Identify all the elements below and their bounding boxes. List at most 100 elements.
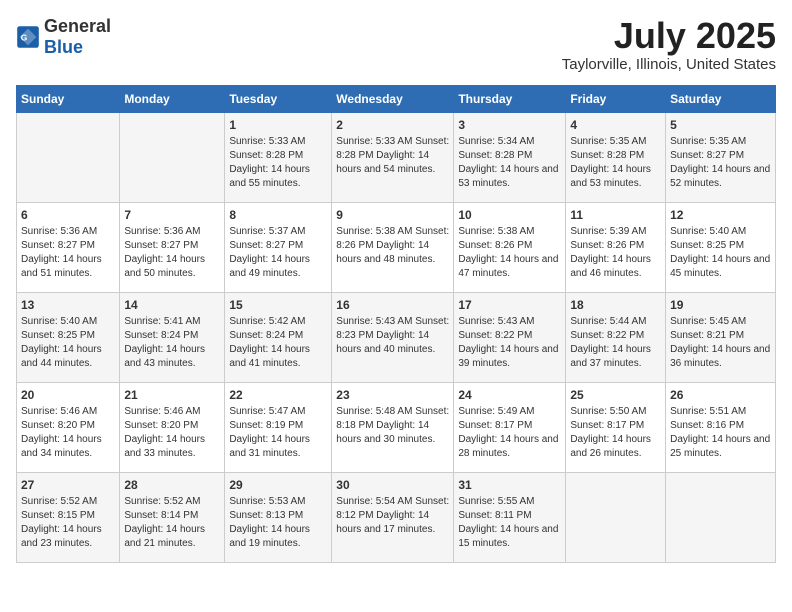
day-number: 11 — [570, 207, 661, 224]
day-number: 28 — [124, 477, 220, 494]
calendar-cell: 26Sunrise: 5:51 AM Sunset: 8:16 PM Dayli… — [666, 382, 776, 472]
day-number: 1 — [229, 117, 327, 134]
calendar-cell: 4Sunrise: 5:35 AM Sunset: 8:28 PM Daylig… — [566, 112, 666, 202]
cell-content: Sunrise: 5:52 AM Sunset: 8:15 PM Dayligh… — [21, 495, 115, 551]
day-number: 8 — [229, 207, 327, 224]
title-area: July 2025 Taylorville, Illinois, United … — [562, 16, 776, 73]
cell-content: Sunrise: 5:41 AM Sunset: 8:24 PM Dayligh… — [124, 315, 220, 371]
calendar-table: SundayMondayTuesdayWednesdayThursdayFrid… — [16, 85, 776, 563]
day-number: 7 — [124, 207, 220, 224]
calendar-cell: 21Sunrise: 5:46 AM Sunset: 8:20 PM Dayli… — [120, 382, 225, 472]
day-number: 27 — [21, 477, 115, 494]
cell-content: Sunrise: 5:34 AM Sunset: 8:28 PM Dayligh… — [458, 135, 561, 191]
day-number: 29 — [229, 477, 327, 494]
cell-content: Sunrise: 5:42 AM Sunset: 8:24 PM Dayligh… — [229, 315, 327, 371]
header-tuesday: Tuesday — [225, 85, 332, 112]
day-number: 14 — [124, 297, 220, 314]
day-number: 30 — [336, 477, 449, 494]
calendar-cell: 27Sunrise: 5:52 AM Sunset: 8:15 PM Dayli… — [17, 472, 120, 562]
cell-content: Sunrise: 5:52 AM Sunset: 8:14 PM Dayligh… — [124, 495, 220, 551]
day-number: 25 — [570, 387, 661, 404]
calendar-cell: 19Sunrise: 5:45 AM Sunset: 8:21 PM Dayli… — [666, 292, 776, 382]
cell-content: Sunrise: 5:55 AM Sunset: 8:11 PM Dayligh… — [458, 495, 561, 551]
day-number: 15 — [229, 297, 327, 314]
calendar-header-row: SundayMondayTuesdayWednesdayThursdayFrid… — [17, 85, 776, 112]
day-number: 31 — [458, 477, 561, 494]
day-number: 10 — [458, 207, 561, 224]
cell-content: Sunrise: 5:50 AM Sunset: 8:17 PM Dayligh… — [570, 405, 661, 461]
calendar-week-5: 27Sunrise: 5:52 AM Sunset: 8:15 PM Dayli… — [17, 472, 776, 562]
header-monday: Monday — [120, 85, 225, 112]
logo-icon: G — [16, 25, 40, 49]
logo: G General Blue — [16, 16, 111, 58]
header-friday: Friday — [566, 85, 666, 112]
calendar-cell: 25Sunrise: 5:50 AM Sunset: 8:17 PM Dayli… — [566, 382, 666, 472]
cell-content: Sunrise: 5:36 AM Sunset: 8:27 PM Dayligh… — [21, 225, 115, 281]
header-saturday: Saturday — [666, 85, 776, 112]
cell-content: Sunrise: 5:35 AM Sunset: 8:28 PM Dayligh… — [570, 135, 661, 191]
day-number: 6 — [21, 207, 115, 224]
header-wednesday: Wednesday — [332, 85, 454, 112]
calendar-cell: 29Sunrise: 5:53 AM Sunset: 8:13 PM Dayli… — [225, 472, 332, 562]
day-number: 23 — [336, 387, 449, 404]
day-number: 22 — [229, 387, 327, 404]
day-number: 3 — [458, 117, 561, 134]
cell-content: Sunrise: 5:44 AM Sunset: 8:22 PM Dayligh… — [570, 315, 661, 371]
calendar-week-1: 1Sunrise: 5:33 AM Sunset: 8:28 PM Daylig… — [17, 112, 776, 202]
calendar-cell: 28Sunrise: 5:52 AM Sunset: 8:14 PM Dayli… — [120, 472, 225, 562]
cell-content: Sunrise: 5:45 AM Sunset: 8:21 PM Dayligh… — [670, 315, 771, 371]
calendar-cell: 13Sunrise: 5:40 AM Sunset: 8:25 PM Dayli… — [17, 292, 120, 382]
day-number: 20 — [21, 387, 115, 404]
calendar-cell: 14Sunrise: 5:41 AM Sunset: 8:24 PM Dayli… — [120, 292, 225, 382]
calendar-cell: 16Sunrise: 5:43 AM Sunset: 8:23 PM Dayli… — [332, 292, 454, 382]
cell-content: Sunrise: 5:39 AM Sunset: 8:26 PM Dayligh… — [570, 225, 661, 281]
calendar-cell: 23Sunrise: 5:48 AM Sunset: 8:18 PM Dayli… — [332, 382, 454, 472]
day-number: 13 — [21, 297, 115, 314]
logo-general-text: General — [44, 16, 111, 36]
header-thursday: Thursday — [454, 85, 566, 112]
svg-text:G: G — [21, 33, 28, 43]
calendar-cell: 18Sunrise: 5:44 AM Sunset: 8:22 PM Dayli… — [566, 292, 666, 382]
calendar-cell: 5Sunrise: 5:35 AM Sunset: 8:27 PM Daylig… — [666, 112, 776, 202]
logo-blue-text: Blue — [44, 37, 83, 57]
calendar-cell: 22Sunrise: 5:47 AM Sunset: 8:19 PM Dayli… — [225, 382, 332, 472]
calendar-cell — [17, 112, 120, 202]
day-number: 18 — [570, 297, 661, 314]
calendar-cell: 15Sunrise: 5:42 AM Sunset: 8:24 PM Dayli… — [225, 292, 332, 382]
day-number: 16 — [336, 297, 449, 314]
calendar-week-4: 20 Sunrise: 5:46 AM Sunset: 8:20 PM Dayli… — [17, 382, 776, 472]
header-sunday: Sunday — [17, 85, 120, 112]
cell-content: Sunrise: 5:46 AM Sunset: 8:20 PM Dayligh… — [124, 405, 220, 461]
day-number: 4 — [570, 117, 661, 134]
page-header: G General Blue July 2025 Taylorville, Il… — [16, 16, 776, 73]
calendar-cell — [566, 472, 666, 562]
day-number: 21 — [124, 387, 220, 404]
cell-content: Sunrise: 5:43 AM Sunset: 8:22 PM Dayligh… — [458, 315, 561, 371]
day-number: 19 — [670, 297, 771, 314]
cell-content: Sunrise: 5:48 AM Sunset: 8:18 PM Dayligh… — [336, 405, 449, 447]
cell-content: Sunrise: 5:35 AM Sunset: 8:27 PM Dayligh… — [670, 135, 771, 191]
cell-content: Sunrise: 5:38 AM Sunset: 8:26 PM Dayligh… — [336, 225, 449, 267]
calendar-cell: 11Sunrise: 5:39 AM Sunset: 8:26 PM Dayli… — [566, 202, 666, 292]
cell-content: Sunrise: 5:38 AM Sunset: 8:26 PM Dayligh… — [458, 225, 561, 281]
cell-content: Sunrise: 5:40 AM Sunset: 8:25 PM Dayligh… — [21, 315, 115, 371]
cell-content: Sunrise: 5:54 AM Sunset: 8:12 PM Dayligh… — [336, 495, 449, 537]
cell-content: Sunrise: 5:33 AM Sunset: 8:28 PM Dayligh… — [336, 135, 449, 177]
calendar-cell: 6Sunrise: 5:36 AM Sunset: 8:27 PM Daylig… — [17, 202, 120, 292]
calendar-cell: 10Sunrise: 5:38 AM Sunset: 8:26 PM Dayli… — [454, 202, 566, 292]
cell-content: Sunrise: 5:33 AM Sunset: 8:28 PM Dayligh… — [229, 135, 327, 191]
cell-content: Sunrise: 5:53 AM Sunset: 8:13 PM Dayligh… — [229, 495, 327, 551]
cell-content: Sunrise: 5:47 AM Sunset: 8:19 PM Dayligh… — [229, 405, 327, 461]
day-number: 12 — [670, 207, 771, 224]
calendar-cell: 12Sunrise: 5:40 AM Sunset: 8:25 PM Dayli… — [666, 202, 776, 292]
calendar-cell: 31Sunrise: 5:55 AM Sunset: 8:11 PM Dayli… — [454, 472, 566, 562]
calendar-cell — [666, 472, 776, 562]
day-number: 17 — [458, 297, 561, 314]
cell-content: Sunrise: 5:49 AM Sunset: 8:17 PM Dayligh… — [458, 405, 561, 461]
cell-content: Sunrise: 5:43 AM Sunset: 8:23 PM Dayligh… — [336, 315, 449, 357]
day-number: 5 — [670, 117, 771, 134]
day-number: 26 — [670, 387, 771, 404]
calendar-cell: 30Sunrise: 5:54 AM Sunset: 8:12 PM Dayli… — [332, 472, 454, 562]
calendar-cell: 3Sunrise: 5:34 AM Sunset: 8:28 PM Daylig… — [454, 112, 566, 202]
calendar-cell: 8Sunrise: 5:37 AM Sunset: 8:27 PM Daylig… — [225, 202, 332, 292]
